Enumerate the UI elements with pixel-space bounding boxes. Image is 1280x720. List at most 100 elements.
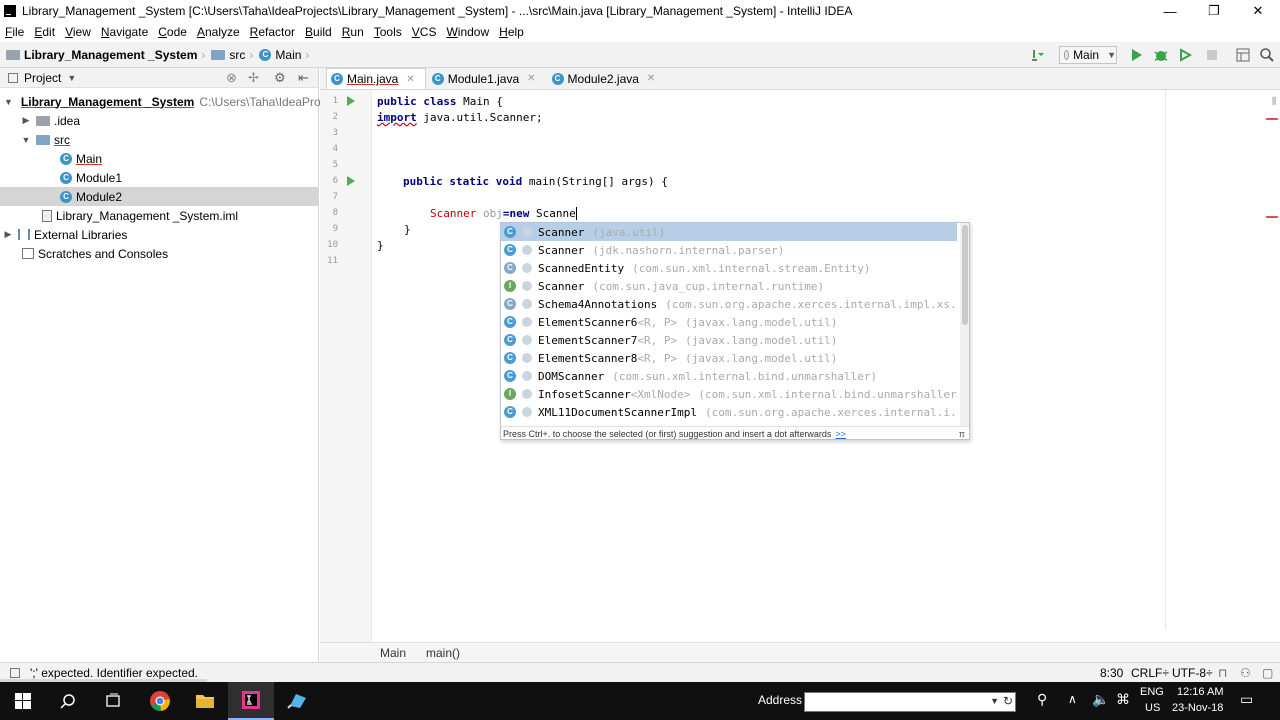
task-view-icon[interactable] — [90, 682, 136, 720]
coverage-icon[interactable] — [1178, 47, 1194, 63]
breadcrumb-method[interactable]: main() — [426, 646, 460, 660]
run-icon[interactable] — [1128, 47, 1144, 63]
lock-icon[interactable]: ⊓ — [1218, 666, 1227, 680]
refresh-icon[interactable]: ↻ — [1003, 694, 1013, 708]
menu-file[interactable]: File — [5, 25, 24, 39]
completion-item[interactable]: C ElementScanner8 <R, P> (javax.lang.model.… — [501, 349, 957, 367]
project-structure-icon[interactable] — [1235, 47, 1251, 63]
collapse-all-icon[interactable]: ⊗ — [226, 70, 237, 86]
scrollbar-thumb[interactable] — [962, 225, 968, 325]
close-tab-icon[interactable]: ✕ — [406, 74, 414, 85]
close-button[interactable]: ✕ — [1236, 0, 1280, 22]
tool-windows-icon[interactable] — [10, 667, 20, 678]
completion-hint-link[interactable]: >> — [835, 429, 846, 439]
project-panel-title[interactable]: Project — [24, 71, 61, 85]
menu-window[interactable]: Window — [446, 25, 489, 39]
inspector-icon[interactable]: ⚇ — [1240, 666, 1251, 680]
error-stripe-marker[interactable] — [1266, 118, 1278, 120]
input-region[interactable]: US — [1145, 702, 1160, 714]
app-icon[interactable] — [274, 682, 320, 720]
completion-item[interactable]: C ElementScanner7 <R, P> (javax.lang.model.… — [501, 331, 957, 349]
close-tab-icon[interactable]: ✕ — [527, 73, 535, 84]
notifications-icon[interactable]: ▭ — [1240, 691, 1253, 708]
chevron-down-icon[interactable]: ▼ — [990, 696, 999, 706]
tree-item-module2[interactable]: C Module2 — [0, 187, 318, 206]
search-icon[interactable] — [1259, 47, 1275, 63]
completion-item[interactable]: C ScannedEntity (com.sun.xml.internal.stre… — [501, 259, 957, 277]
tree-item-src[interactable]: ▼ src — [0, 130, 318, 149]
inspection-status-icon[interactable]: ⫼ — [1272, 96, 1276, 107]
debug-icon[interactable] — [1153, 47, 1169, 63]
menu-vcs[interactable]: VCS — [412, 25, 437, 39]
tree-item-iml[interactable]: Library_Management _System.iml — [0, 206, 318, 225]
restore-button[interactable]: ❐ — [1192, 0, 1236, 22]
menu-edit[interactable]: Edit — [34, 25, 55, 39]
clock-time[interactable]: 12:16 AM — [1177, 686, 1223, 698]
intellij-taskbar-icon[interactable] — [228, 682, 274, 720]
chrome-icon[interactable] — [137, 682, 183, 720]
expanded-arrow-icon[interactable]: ▼ — [20, 135, 32, 145]
breadcrumb-project[interactable]: Library_Management _System › — [6, 48, 209, 62]
input-language[interactable]: ENG — [1140, 686, 1164, 698]
people-icon[interactable]: ⚲ — [1037, 691, 1047, 708]
completion-item[interactable]: I Scanner (com.sun.java_cup.internal.runti… — [501, 277, 957, 295]
run-main-gutter-icon[interactable] — [347, 176, 355, 186]
stop-icon[interactable] — [1204, 47, 1220, 63]
completion-scrollbar[interactable] — [960, 223, 969, 426]
tree-item-idea[interactable]: ▶ .idea — [0, 111, 318, 130]
code-line-1[interactable]: public class Main { — [377, 95, 503, 108]
menu-run[interactable]: Run — [342, 25, 364, 39]
completion-pi-icon[interactable]: π — [959, 427, 965, 439]
tab-module2-java[interactable]: C Module2.java ✕ — [548, 68, 666, 89]
run-class-gutter-icon[interactable] — [347, 96, 355, 106]
chevron-down-icon[interactable]: ▼ — [67, 73, 76, 83]
gear-icon[interactable]: ⚙ — [274, 70, 286, 86]
code-line-2[interactable]: import java.util.Scanner; — [377, 111, 543, 124]
hide-panel-icon[interactable]: ⇤ — [298, 70, 309, 86]
breadcrumb-main[interactable]: C Main › — [259, 48, 313, 62]
collapsed-arrow-icon[interactable]: ▶ — [20, 115, 32, 126]
completion-item[interactable]: C DOMScanner (com.sun.xml.internal.bind.un… — [501, 367, 957, 385]
menu-build[interactable]: Build — [305, 25, 332, 39]
clock-date[interactable]: 23-Nov-18 — [1172, 702, 1223, 714]
code-line-10[interactable]: } — [377, 239, 384, 252]
tree-item-module1[interactable]: C Module1 — [0, 168, 318, 187]
completion-item[interactable]: C Scanner (jdk.nashorn.internal.parser) — [501, 241, 957, 259]
collapsed-arrow-icon[interactable]: ▶ — [2, 229, 14, 240]
menu-refactor[interactable]: Refactor — [250, 25, 295, 39]
completion-item[interactable]: C Scanner (java.util) — [501, 223, 957, 241]
volume-icon[interactable]: 🔈 — [1092, 691, 1109, 708]
menu-help[interactable]: Help — [499, 25, 524, 39]
expanded-arrow-icon[interactable]: ▼ — [4, 97, 13, 107]
menu-navigate[interactable]: Navigate — [101, 25, 148, 39]
code-line-6[interactable]: public static void main(String[] args) { — [403, 175, 668, 188]
search-icon[interactable] — [45, 682, 91, 720]
line-separator[interactable]: CRLF÷ — [1131, 666, 1169, 680]
menu-analyze[interactable]: Analyze — [197, 25, 240, 39]
menu-view[interactable]: View — [65, 25, 91, 39]
menu-code[interactable]: Code — [158, 25, 187, 39]
address-input[interactable]: ▼ ↻ — [804, 692, 1016, 712]
chevron-up-icon[interactable]: ∧ — [1068, 692, 1077, 706]
tab-module1-java[interactable]: C Module1.java ✕ — [428, 68, 546, 89]
caret-position[interactable]: 8:30 — [1100, 666, 1123, 680]
scroll-from-source-icon[interactable]: ✢ — [248, 70, 259, 86]
error-stripe-marker[interactable] — [1266, 216, 1278, 218]
event-log-icon[interactable]: ▢ — [1262, 666, 1273, 680]
completion-item[interactable]: C XML11DocumentScannerImpl (com.sun.org.ap… — [501, 403, 957, 421]
menu-tools[interactable]: Tools — [374, 25, 402, 39]
file-encoding[interactable]: UTF-8÷ — [1172, 666, 1213, 680]
file-explorer-icon[interactable] — [182, 682, 228, 720]
code-line-9[interactable]: } — [404, 223, 411, 236]
tree-item-external-libraries[interactable]: ▶ External Libraries — [0, 225, 318, 244]
editor-gutter[interactable]: 1 2 3 4 5 6 7 8 9 10 11 — [320, 90, 372, 652]
completion-item[interactable]: C ElementScanner6 <R, P> (javax.lang.model.… — [501, 313, 957, 331]
tab-main-java[interactable]: C Main.java ✕ — [326, 68, 426, 89]
completion-item[interactable]: C Schema4Annotations (com.sun.org.apache.x… — [501, 295, 957, 313]
run-configuration-select[interactable]: Main ▼ — [1059, 46, 1117, 64]
tree-item-main[interactable]: C Main — [0, 149, 318, 168]
tree-item-project-root[interactable]: ▼ Library_Management _System C:\Users\Ta… — [0, 92, 330, 111]
completion-item[interactable]: I InfosetScanner <XmlNode> (com.sun.xml.int… — [501, 385, 957, 403]
code-line-8[interactable]: Scanner obj=new Scanne — [430, 207, 577, 220]
build-project-icon[interactable] — [1030, 47, 1046, 63]
